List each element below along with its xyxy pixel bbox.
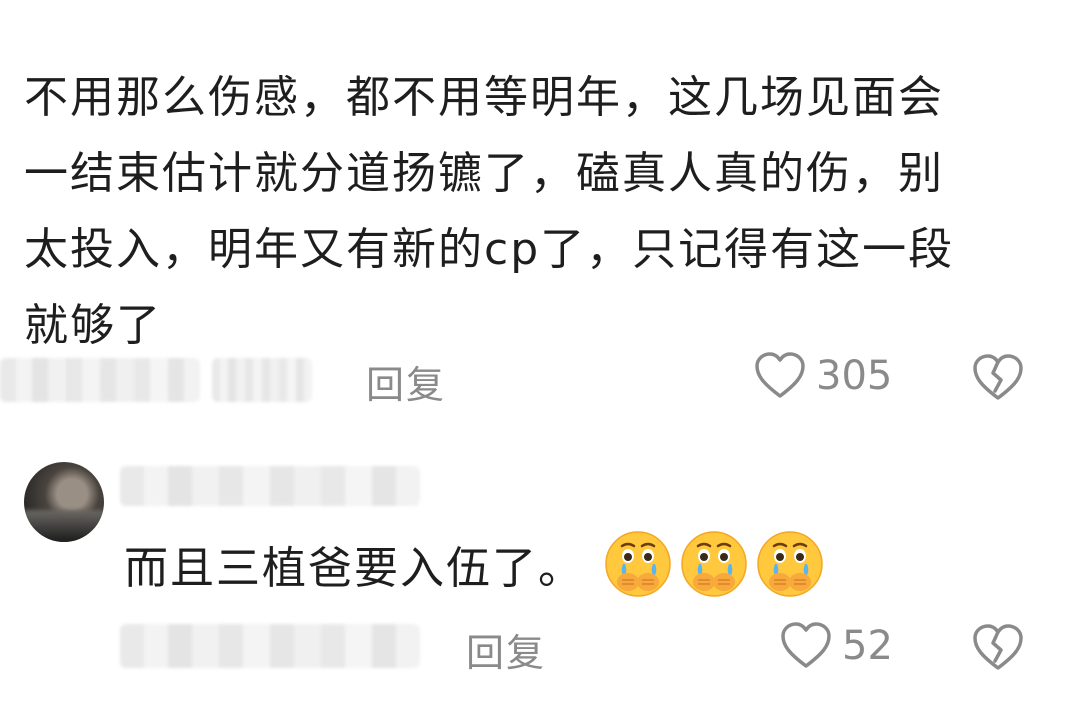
dislike-button[interactable] — [972, 624, 1024, 676]
blurred-reply-timestamp — [120, 624, 420, 668]
like-count: 305 — [816, 353, 893, 399]
reply-text: 而且三植爸要入伍了。 — [124, 543, 584, 594]
heart-outline-icon — [755, 352, 805, 398]
broken-heart-icon — [973, 354, 1023, 400]
main-comment: 不用那么伤感，都不用等明年，这几场见面会 一结束估计就分道扬镳了，磕真人真的伤，… — [24, 60, 1064, 364]
reply-button[interactable]: 回复 — [466, 622, 546, 677]
avatar[interactable] — [24, 462, 104, 542]
comment-text-line-1: 不用那么伤感，都不用等明年，这几场见面会 — [24, 72, 944, 123]
crying-covering-mouth-emoji — [605, 531, 671, 597]
comment-text-line-3: 太投入，明年又有新的cp了，只记得有这一段 — [24, 224, 955, 275]
like-count: 52 — [842, 623, 893, 669]
heart-outline-icon — [781, 622, 831, 668]
like-button[interactable]: 52 — [780, 622, 893, 670]
like-button[interactable]: 305 — [754, 352, 892, 400]
blurred-username — [0, 358, 200, 402]
reply-comment-meta: 回复 52 — [0, 612, 1089, 684]
blurred-reply-username — [120, 466, 420, 506]
blurred-timestamp — [212, 358, 312, 402]
reply-button[interactable]: 回复 — [366, 354, 446, 409]
crying-covering-mouth-emoji — [681, 531, 747, 597]
reply-comment-text: 而且三植爸要入伍了。 — [124, 530, 824, 598]
comment-text-line-2: 一结束估计就分道扬镳了，磕真人真的伤，别 — [24, 148, 944, 199]
crying-covering-mouth-emoji — [757, 531, 823, 597]
broken-heart-icon — [973, 624, 1023, 670]
dislike-button[interactable] — [972, 354, 1024, 406]
main-comment-meta: 回复 305 — [0, 348, 1089, 412]
